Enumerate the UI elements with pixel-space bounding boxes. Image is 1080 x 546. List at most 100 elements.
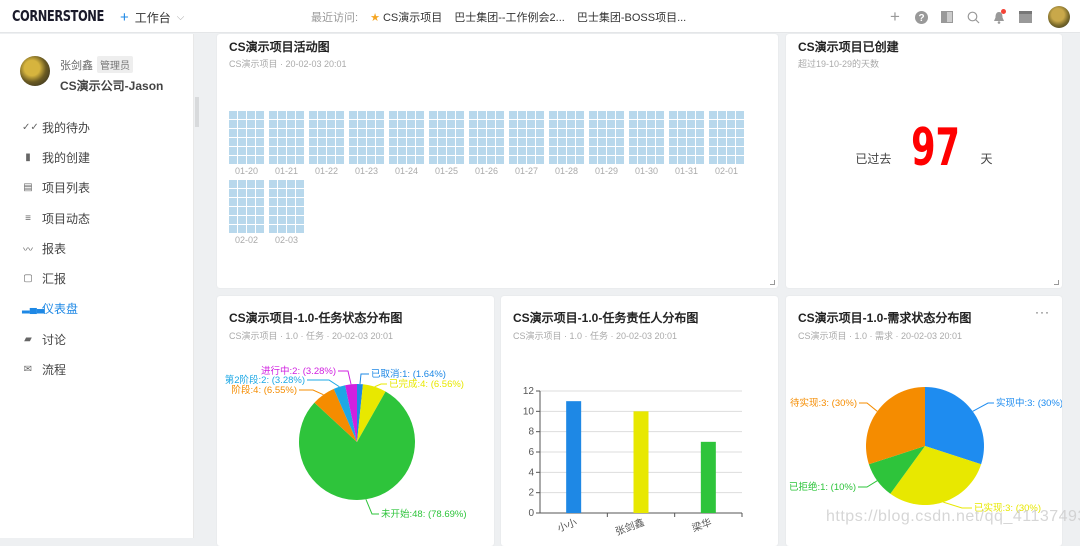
activity-cell[interactable] — [638, 120, 646, 128]
activity-cell[interactable] — [456, 156, 464, 164]
activity-cell[interactable] — [238, 129, 246, 137]
activity-cell[interactable] — [567, 120, 575, 128]
activity-cell[interactable] — [309, 147, 317, 155]
activity-cell[interactable] — [576, 120, 584, 128]
activity-cell[interactable] — [487, 156, 495, 164]
sidebar-item-4[interactable]: 〰报表 — [22, 233, 192, 263]
activity-cell[interactable] — [447, 120, 455, 128]
activity-cell[interactable] — [718, 147, 726, 155]
activity-cell[interactable] — [638, 129, 646, 137]
activity-cell[interactable] — [269, 225, 277, 233]
activity-cell[interactable] — [687, 156, 695, 164]
activity-cell[interactable] — [438, 120, 446, 128]
activity-cell[interactable] — [269, 147, 277, 155]
activity-cell[interactable] — [469, 138, 477, 146]
activity-cell[interactable] — [678, 147, 686, 155]
activity-cell[interactable] — [336, 120, 344, 128]
activity-cell[interactable] — [269, 180, 277, 188]
activity-cell[interactable] — [327, 147, 335, 155]
activity-cell[interactable] — [229, 180, 237, 188]
activity-cell[interactable] — [349, 147, 357, 155]
activity-cell[interactable] — [478, 138, 486, 146]
activity-cell[interactable] — [598, 129, 606, 137]
activity-cell[interactable] — [287, 207, 295, 215]
activity-cell[interactable] — [247, 111, 255, 119]
activity-cell[interactable] — [718, 138, 726, 146]
activity-cell[interactable] — [549, 138, 557, 146]
activity-cell[interactable] — [229, 207, 237, 215]
activity-cell[interactable] — [496, 120, 504, 128]
activity-cell[interactable] — [669, 111, 677, 119]
activity-cell[interactable] — [327, 138, 335, 146]
activity-cell[interactable] — [607, 156, 615, 164]
activity-cell[interactable] — [509, 156, 517, 164]
activity-cell[interactable] — [536, 156, 544, 164]
sidebar-item-3[interactable]: ≡ 项目动态 — [22, 203, 192, 233]
activity-cell[interactable] — [376, 156, 384, 164]
activity-cell[interactable] — [247, 216, 255, 224]
activity-cell[interactable] — [256, 180, 264, 188]
activity-cell[interactable] — [296, 180, 304, 188]
activity-cell[interactable] — [278, 180, 286, 188]
search-icon[interactable] — [960, 4, 986, 30]
activity-cell[interactable] — [616, 138, 624, 146]
activity-cell[interactable] — [687, 138, 695, 146]
activity-cell[interactable] — [509, 120, 517, 128]
bar-张剑鑫[interactable] — [633, 411, 649, 513]
activity-cell[interactable] — [718, 111, 726, 119]
activity-cell[interactable] — [296, 216, 304, 224]
activity-cell[interactable] — [478, 147, 486, 155]
activity-cell[interactable] — [709, 147, 717, 155]
activity-cell[interactable] — [358, 147, 366, 155]
activity-cell[interactable] — [656, 129, 664, 137]
activity-cell[interactable] — [398, 156, 406, 164]
activity-cell[interactable] — [229, 189, 237, 197]
activity-cell[interactable] — [687, 120, 695, 128]
activity-cell[interactable] — [296, 111, 304, 119]
activity-cell[interactable] — [416, 147, 424, 155]
activity-cell[interactable] — [287, 138, 295, 146]
activity-cell[interactable] — [398, 129, 406, 137]
activity-cell[interactable] — [709, 156, 717, 164]
activity-cell[interactable] — [687, 129, 695, 137]
activity-cell[interactable] — [496, 147, 504, 155]
recent-item[interactable]: ★ CS演示项目 — [370, 9, 442, 25]
activity-cell[interactable] — [407, 156, 415, 164]
activity-cell[interactable] — [696, 147, 704, 155]
activity-cell[interactable] — [469, 156, 477, 164]
activity-cell[interactable] — [318, 129, 326, 137]
activity-cell[interactable] — [349, 111, 357, 119]
workbench-menu[interactable]: + 工作台 ⌵ — [120, 9, 184, 26]
activity-cell[interactable] — [416, 120, 424, 128]
activity-cell[interactable] — [336, 147, 344, 155]
activity-cell[interactable] — [447, 111, 455, 119]
activity-cell[interactable] — [518, 111, 526, 119]
activity-cell[interactable] — [456, 120, 464, 128]
activity-cell[interactable] — [278, 138, 286, 146]
activity-cell[interactable] — [296, 129, 304, 137]
activity-cell[interactable] — [238, 216, 246, 224]
activity-cell[interactable] — [269, 111, 277, 119]
activity-cell[interactable] — [407, 111, 415, 119]
activity-cell[interactable] — [407, 120, 415, 128]
activity-cell[interactable] — [416, 156, 424, 164]
activity-cell[interactable] — [269, 120, 277, 128]
sidebar-item-2[interactable]: ▤ 项目列表 — [22, 173, 192, 203]
activity-cell[interactable] — [487, 111, 495, 119]
activity-cell[interactable] — [527, 120, 535, 128]
activity-cell[interactable] — [718, 120, 726, 128]
activity-cell[interactable] — [607, 120, 615, 128]
activity-cell[interactable] — [687, 147, 695, 155]
activity-cell[interactable] — [256, 189, 264, 197]
activity-cell[interactable] — [727, 111, 735, 119]
activity-cell[interactable] — [487, 120, 495, 128]
activity-cell[interactable] — [367, 156, 375, 164]
activity-cell[interactable] — [429, 147, 437, 155]
activity-cell[interactable] — [287, 129, 295, 137]
activity-cell[interactable] — [416, 129, 424, 137]
activity-cell[interactable] — [309, 120, 317, 128]
activity-cell[interactable] — [558, 111, 566, 119]
activity-cell[interactable] — [429, 129, 437, 137]
activity-cell[interactable] — [398, 138, 406, 146]
activity-cell[interactable] — [647, 111, 655, 119]
